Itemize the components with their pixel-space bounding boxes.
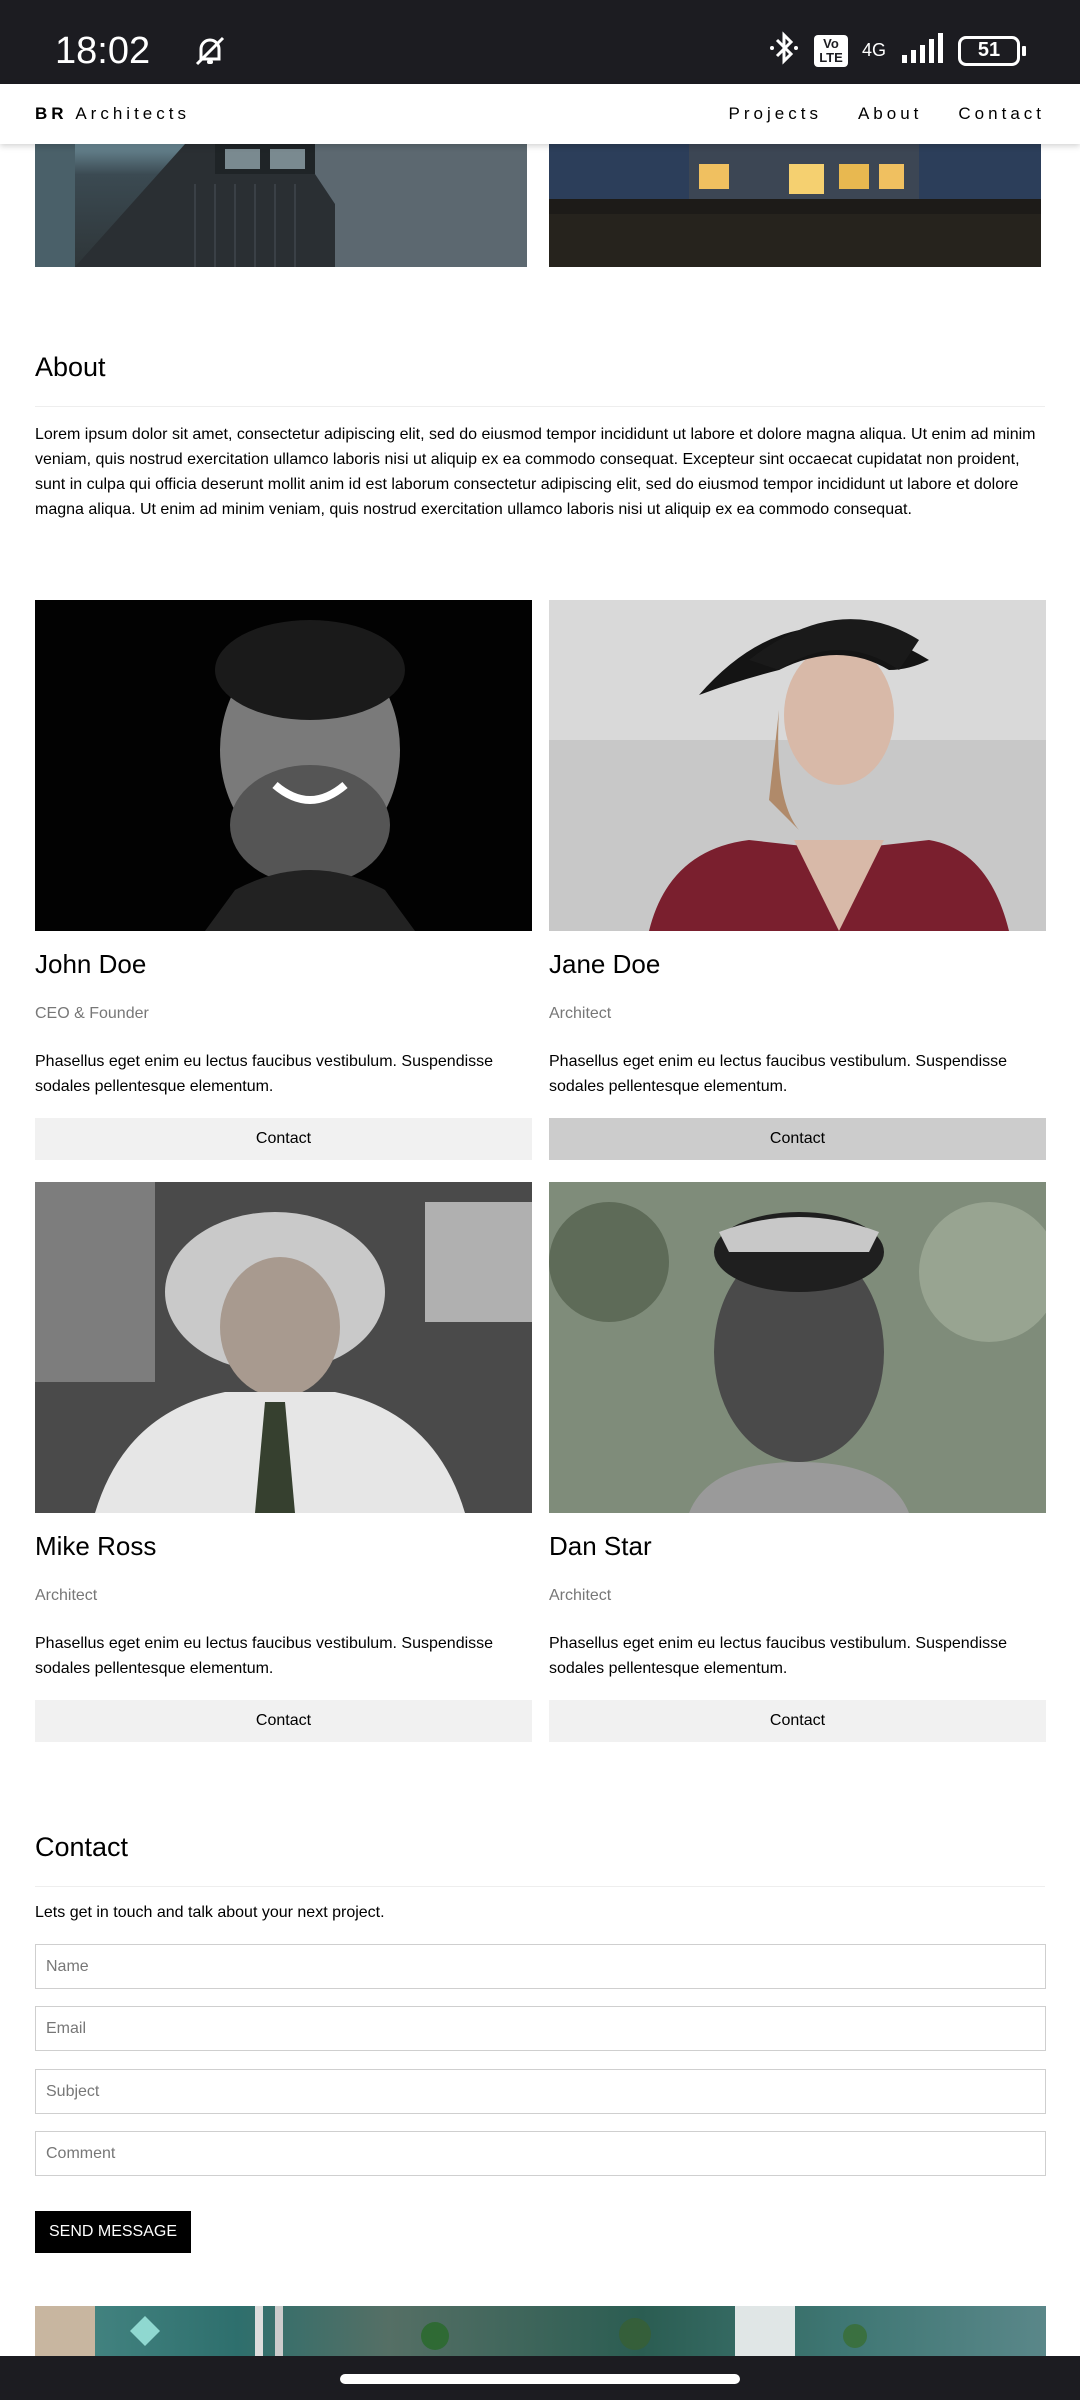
team-description: Phasellus eget enim eu lectus faucibus v… [35,1053,494,1095]
nav-link-projects[interactable]: Projects [729,104,822,124]
top-navigation: BR Architects Projects About Contact [0,84,1080,144]
team-role: CEO & Founder [35,1005,149,1022]
team-photo [35,600,532,931]
about-text: Lorem ipsum dolor sit amet, consectetur … [35,426,1036,518]
team-card-mike-ross: Mike Ross Architect Phasellus eget enim … [35,1182,532,1742]
team-description: Phasellus eget enim eu lectus faucibus v… [549,1053,1008,1095]
team-name: Dan Star [549,1531,652,1561]
status-time: 18:02 [55,30,151,72]
team-photo [549,600,1046,931]
team-card-jane-doe: Jane Doe Architect Phasellus eget enim e… [549,600,1046,1160]
nav-link-about[interactable]: About [858,104,922,124]
contact-lead-text: Lets get in touch and talk about your ne… [35,1904,385,1921]
team-card-dan-star: Dan Star Architect Phasellus eget enim e… [549,1182,1046,1742]
home-gesture-handle[interactable] [340,2374,740,2384]
email-input[interactable]: Email [35,2006,1046,2051]
team-description: Phasellus eget enim eu lectus faucibus v… [35,1635,494,1677]
about-divider [35,406,1045,407]
team-card-john-doe: John Doe CEO & Founder Phasellus eget en… [35,600,532,1160]
footer-image-aerial [35,2306,1046,2356]
team-role: Architect [549,1587,612,1604]
project-image-night-house [549,144,1041,267]
volte-icon: Vo LTE [813,34,848,67]
send-message-button[interactable]: SEND MESSAGE [35,2211,191,2253]
bluetooth-icon [768,30,800,71]
team-name: Jane Doe [549,949,661,979]
team-photo [35,1182,532,1513]
nav-link-contact[interactable]: Contact [958,104,1045,124]
subject-input[interactable]: Subject [35,2069,1046,2114]
contact-heading: Contact [35,1832,129,1862]
team-role: Architect [549,1005,612,1022]
team-name: Mike Ross [35,1531,157,1561]
team-name: John Doe [35,949,147,979]
comment-input[interactable]: Comment [35,2131,1046,2176]
system-navigation-bar [0,2356,1080,2400]
name-input[interactable]: Name [35,1944,1046,1989]
contact-button[interactable]: Contact [35,1118,532,1160]
signal-icon [900,33,944,68]
status-bar: 18:02 Vo LTE 4G 51 [0,0,1080,84]
team-photo [549,1182,1046,1513]
battery-icon: 51 [958,35,1026,66]
team-description: Phasellus eget enim eu lectus faucibus v… [549,1635,1008,1677]
contact-button[interactable]: Contact [35,1700,532,1742]
bell-off-icon [193,34,227,73]
network-type: 4G [861,40,886,60]
about-heading: About [35,352,106,382]
project-image-wooden-house [35,144,527,267]
team-role: Architect [35,1587,98,1604]
contact-button[interactable]: Contact [549,1118,1046,1160]
brand-logo[interactable]: BR Architects [35,104,190,124]
contact-divider [35,1886,1045,1887]
contact-button[interactable]: Contact [549,1700,1046,1742]
